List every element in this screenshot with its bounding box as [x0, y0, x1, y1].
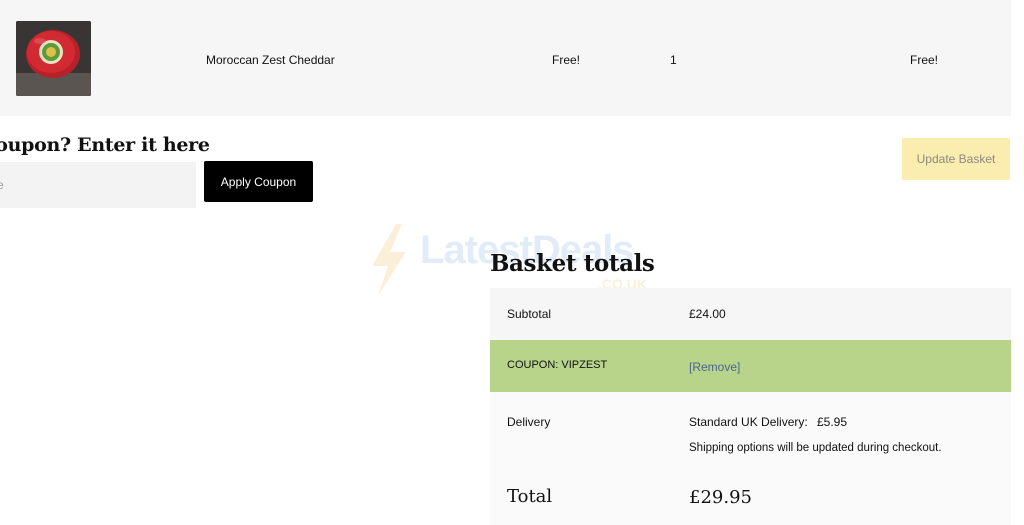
- delivery-method: Standard UK Delivery:: [689, 415, 808, 429]
- coupon-code-input[interactable]: [0, 162, 196, 208]
- product-subtotal: Free!: [910, 53, 939, 67]
- delivery-row: Delivery Standard UK Delivery: £5.95 Shi…: [490, 392, 1011, 472]
- subtotal-row: Subtotal £24.00: [490, 288, 1011, 340]
- remove-coupon-link[interactable]: [Remove]: [689, 360, 740, 374]
- cheese-wheel-icon: [16, 21, 91, 96]
- coupon-row: COUPON: VIPZEST [Remove]: [490, 340, 1011, 392]
- product-thumbnail[interactable]: [16, 21, 91, 96]
- basket-totals-table: Subtotal £24.00 COUPON: VIPZEST [Remove]…: [490, 288, 1011, 525]
- subtotal-value: £24.00: [689, 307, 726, 321]
- total-label: Total: [507, 486, 553, 507]
- subtotal-label: Subtotal: [507, 307, 552, 321]
- delivery-amount: £5.95: [817, 415, 848, 429]
- product-quantity[interactable]: 1: [670, 52, 677, 68]
- update-basket-button[interactable]: Update Basket: [902, 138, 1010, 180]
- delivery-note: Shipping options will be updated during …: [689, 442, 942, 454]
- total-row: Total £29.95: [490, 472, 1011, 525]
- product-price: Free!: [552, 53, 581, 67]
- delivery-label: Delivery: [507, 415, 551, 429]
- basket-totals-title: Basket totals: [490, 250, 655, 277]
- total-value: £29.95: [689, 487, 752, 508]
- lightning-bolt-icon: [372, 224, 406, 296]
- coupon-heading: coupon? Enter it here: [0, 134, 210, 156]
- apply-coupon-button[interactable]: Apply Coupon: [204, 161, 313, 202]
- coupon-label: COUPON: VIPZEST: [507, 359, 608, 371]
- cart-item-row: Moroccan Zest Cheddar Free! 1 Free!: [0, 0, 1011, 116]
- product-name[interactable]: Moroccan Zest Cheddar: [206, 52, 335, 68]
